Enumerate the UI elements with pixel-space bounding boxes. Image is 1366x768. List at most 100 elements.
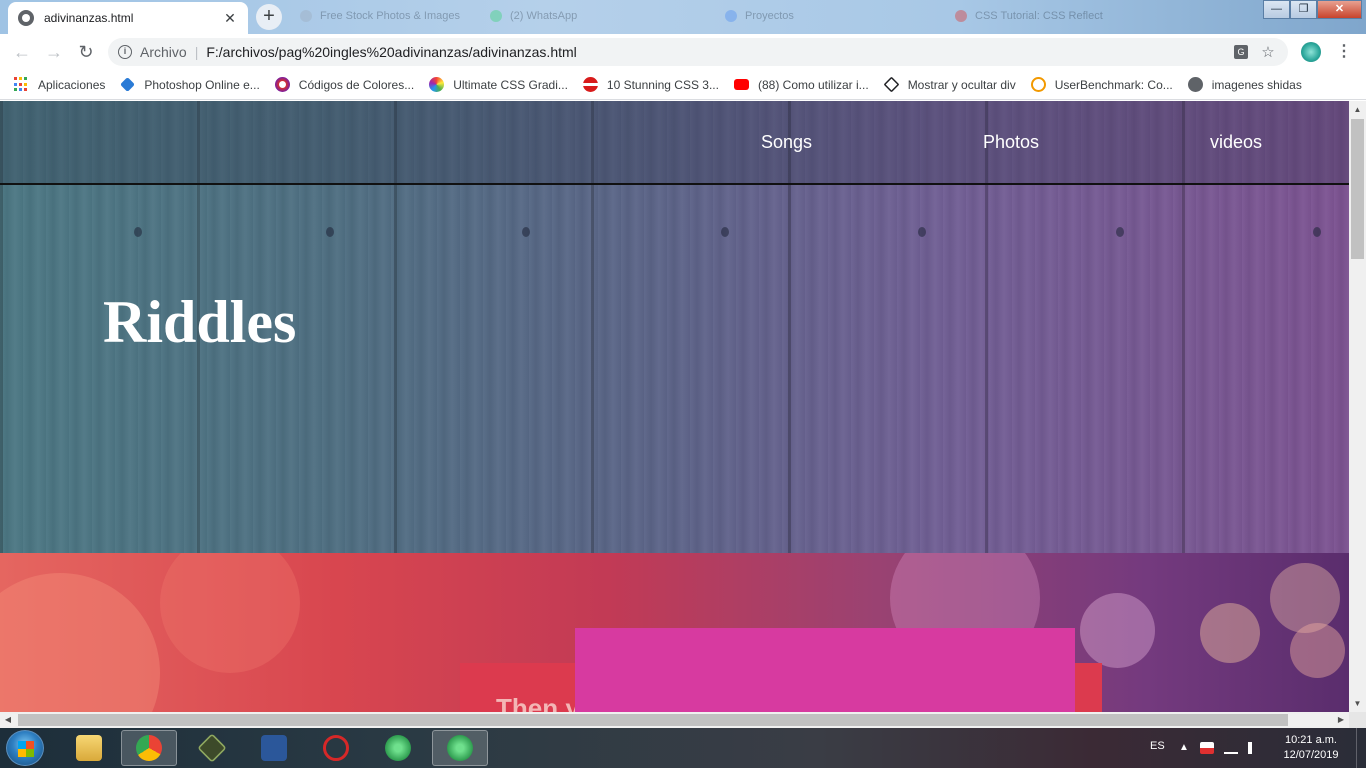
action-center-icon[interactable] bbox=[1200, 742, 1214, 754]
wood-knot bbox=[326, 227, 334, 237]
taskbar-atom[interactable] bbox=[432, 730, 488, 766]
hero-section: Songs Photos videos Riddles bbox=[0, 101, 1349, 553]
nav-videos-link[interactable]: videos bbox=[1210, 132, 1262, 153]
site-nav: Songs Photos videos bbox=[0, 101, 1349, 185]
bookmark-item[interactable]: UserBenchmark: Co... bbox=[1030, 77, 1173, 92]
info-icon[interactable]: i bbox=[118, 45, 132, 59]
nav-songs-link[interactable]: Songs bbox=[761, 132, 812, 153]
riddle-card-overlay bbox=[575, 628, 1075, 712]
background-tab[interactable]: (2) WhatsApp bbox=[490, 6, 577, 26]
whatsapp-icon bbox=[490, 10, 502, 22]
tab-strip: adivinanzas.html ✕ + Free Stock Photos &… bbox=[0, 0, 1366, 34]
bookmark-item[interactable]: 10 Stunning CSS 3... bbox=[582, 77, 719, 92]
taskbar-explorer[interactable] bbox=[61, 730, 117, 766]
reload-button[interactable]: ↻ bbox=[74, 40, 98, 64]
new-tab-button[interactable]: + bbox=[256, 4, 282, 30]
bookmark-label: Mostrar y ocultar div bbox=[907, 77, 1016, 92]
network-icon[interactable] bbox=[1224, 742, 1238, 754]
riddle-card-text: Then y bbox=[496, 693, 580, 712]
volume-muted-icon[interactable] bbox=[1248, 742, 1262, 754]
minimize-button[interactable]: — bbox=[1263, 0, 1290, 19]
bookmark-apps[interactable]: Aplicaciones bbox=[14, 77, 105, 92]
background-tab-label: Proyectos bbox=[745, 10, 794, 22]
clock-date: 12/07/2019 bbox=[1283, 749, 1339, 761]
globe-icon bbox=[1187, 77, 1203, 92]
codepen-icon bbox=[883, 76, 900, 93]
bokeh-light bbox=[1290, 623, 1345, 678]
bookmark-item[interactable]: Mostrar y ocultar div bbox=[883, 76, 1016, 93]
folder-icon bbox=[76, 735, 102, 761]
tab-favicon-icon bbox=[725, 10, 737, 22]
bookmark-item[interactable]: Ultimate CSS Gradi... bbox=[429, 77, 568, 92]
bookmark-label: Aplicaciones bbox=[38, 77, 106, 92]
scroll-up-icon[interactable]: ▲ bbox=[1349, 101, 1366, 118]
background-tab[interactable]: Proyectos bbox=[725, 6, 794, 26]
language-indicator[interactable]: ES bbox=[1150, 740, 1165, 752]
profile-avatar[interactable] bbox=[1301, 42, 1321, 62]
photoshop-icon bbox=[120, 77, 136, 92]
close-window-button[interactable]: ✕ bbox=[1317, 0, 1362, 19]
taskbar-atom[interactable] bbox=[370, 730, 426, 766]
vertical-scrollbar[interactable]: ▲ ▼ bbox=[1349, 101, 1366, 712]
taskbar-word[interactable] bbox=[246, 730, 302, 766]
globe-icon bbox=[18, 10, 34, 26]
close-icon[interactable]: ✕ bbox=[222, 10, 238, 27]
bookmark-item[interactable]: Photoshop Online e... bbox=[120, 77, 260, 92]
scroll-thumb[interactable] bbox=[18, 714, 1288, 726]
tab-title: adivinanzas.html bbox=[44, 11, 134, 25]
background-tab-label: CSS Tutorial: CSS Reflect bbox=[975, 10, 1103, 22]
background-tab-label: (2) WhatsApp bbox=[510, 10, 578, 22]
url-scheme: Archivo bbox=[140, 44, 187, 60]
address-bar[interactable]: i Archivo | F:/archivos/pag%20ingles%20a… bbox=[108, 38, 1288, 66]
wood-knot bbox=[1116, 227, 1124, 237]
background-tab[interactable]: CSS Tutorial: CSS Reflect bbox=[955, 6, 1103, 26]
star-icon[interactable]: ☆ bbox=[1258, 43, 1278, 61]
wood-knot bbox=[918, 227, 926, 237]
show-desktop-button[interactable] bbox=[1356, 728, 1366, 768]
bookmark-label: Photoshop Online e... bbox=[144, 77, 260, 92]
back-button[interactable]: ← bbox=[10, 40, 34, 64]
bokeh-section: Then y bbox=[0, 553, 1349, 712]
url-text[interactable]: F:/archivos/pag%20ingles%20adivinanzas/a… bbox=[206, 44, 1224, 60]
atom-icon bbox=[385, 735, 411, 761]
youtube-icon bbox=[955, 10, 967, 22]
apps-grid-icon bbox=[14, 77, 29, 92]
wood-knot bbox=[134, 227, 142, 237]
background-tab[interactable]: Free Stock Photos & Images bbox=[300, 6, 460, 26]
scroll-right-icon[interactable]: ▶ bbox=[1333, 712, 1349, 728]
menu-icon[interactable]: ⋮ bbox=[1336, 42, 1352, 62]
wood-knot bbox=[522, 227, 530, 237]
terminal-icon bbox=[197, 733, 227, 763]
scroll-thumb[interactable] bbox=[1351, 119, 1364, 259]
taskbar-app[interactable] bbox=[308, 730, 364, 766]
bookmark-label: UserBenchmark: Co... bbox=[1054, 77, 1173, 92]
taskbar-chrome[interactable] bbox=[121, 730, 177, 766]
word-icon bbox=[261, 735, 287, 761]
bookmark-label: (88) Como utilizar i... bbox=[757, 77, 869, 92]
nav-photos-link[interactable]: Photos bbox=[983, 132, 1039, 153]
bookmark-item[interactable]: imagenes shidas bbox=[1187, 77, 1302, 92]
wood-knot bbox=[1313, 227, 1321, 237]
clock-time: 10:21 a.m. bbox=[1285, 734, 1337, 746]
taskbar: ES ▲ 10:21 a.m. 12/07/2019 bbox=[0, 728, 1366, 768]
windows-logo-icon bbox=[18, 741, 34, 757]
recorder-icon bbox=[323, 735, 349, 761]
no-entry-icon bbox=[582, 77, 598, 92]
tray-expand-icon[interactable]: ▲ bbox=[1177, 742, 1191, 754]
color-codes-icon bbox=[274, 77, 290, 92]
horizontal-scrollbar[interactable]: ◀ ▶ bbox=[0, 712, 1349, 728]
bookmark-label: 10 Stunning CSS 3... bbox=[606, 77, 719, 92]
translate-icon[interactable]: G bbox=[1234, 45, 1248, 59]
taskbar-app[interactable] bbox=[184, 730, 240, 766]
scroll-down-icon[interactable]: ▼ bbox=[1349, 695, 1366, 712]
bokeh-light bbox=[1200, 603, 1260, 663]
maximize-button[interactable]: ❐ bbox=[1290, 0, 1317, 19]
bookmark-item[interactable]: (88) Como utilizar i... bbox=[733, 77, 869, 92]
bookmark-item[interactable]: Códigos de Colores... bbox=[274, 77, 414, 92]
forward-button[interactable]: → bbox=[42, 40, 66, 64]
start-button[interactable] bbox=[6, 730, 44, 766]
chrome-icon bbox=[136, 735, 162, 761]
system-clock[interactable]: 10:21 a.m. 12/07/2019 bbox=[1278, 733, 1344, 763]
scroll-left-icon[interactable]: ◀ bbox=[0, 712, 16, 728]
tab-active[interactable]: adivinanzas.html ✕ bbox=[8, 2, 248, 34]
